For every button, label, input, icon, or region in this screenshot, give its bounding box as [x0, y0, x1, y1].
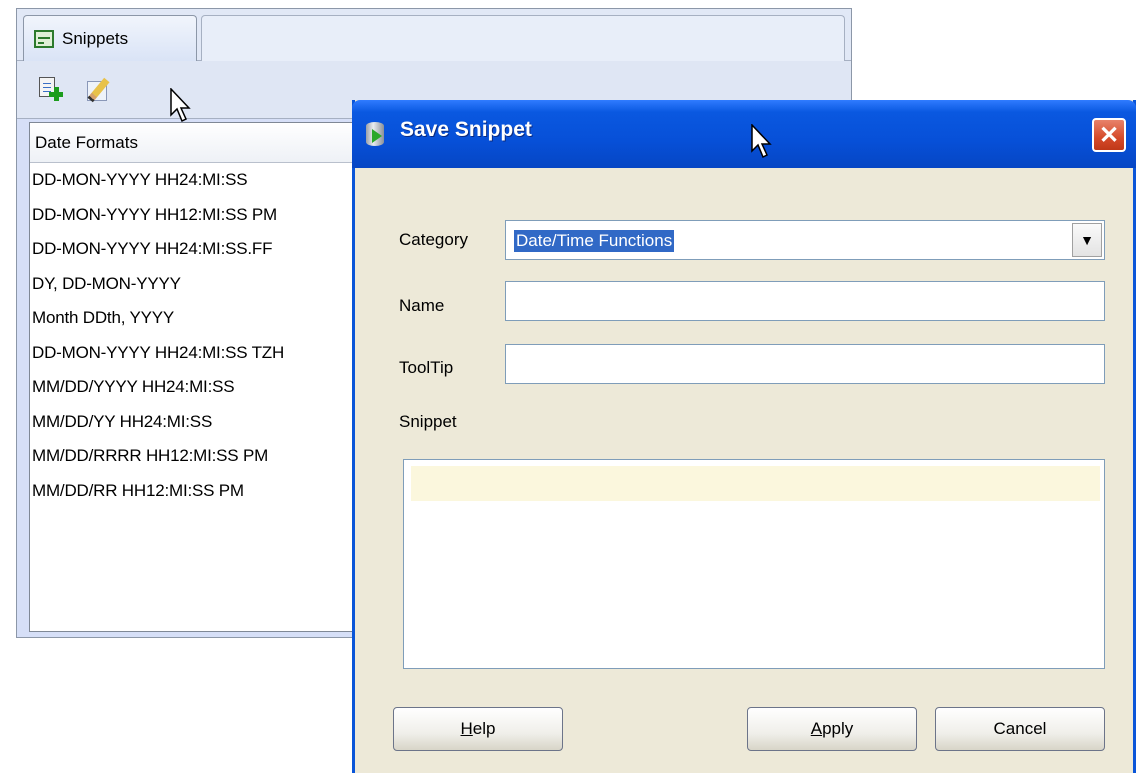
save-snippet-dialog: Save Snippet ✕ Category Date/Time Functi… — [352, 100, 1136, 773]
snippet-list-item[interactable]: MM/DD/YYYY HH24:MI:SS — [30, 370, 368, 405]
tab-bar-empty — [201, 15, 845, 61]
apply-button-label: Apply — [810, 719, 854, 738]
dropdown-button[interactable]: ▼ — [1072, 223, 1102, 257]
name-label: Name — [399, 296, 445, 315]
snippets-icon — [34, 30, 54, 48]
snippet-list-item[interactable]: DD-MON-YYYY HH12:MI:SS PM — [30, 198, 368, 233]
snippet-list-item[interactable]: DD-MON-YYYY HH24:MI:SS TZH — [30, 336, 368, 371]
database-icon — [366, 122, 384, 146]
current-line-highlight — [411, 466, 1100, 501]
category-combobox[interactable]: Date/Time Functions ▼ — [505, 220, 1105, 260]
snippet-label: Snippet — [399, 412, 457, 431]
add-snippet-icon[interactable] — [37, 75, 65, 103]
category-header-label: Date Formats — [35, 132, 138, 152]
snippet-textarea[interactable] — [403, 459, 1105, 669]
help-button-label: Help — [460, 719, 496, 738]
snippet-list-item[interactable]: DD-MON-YYYY HH24:MI:SS.FF — [30, 232, 368, 267]
tab-snippets-label: Snippets — [62, 29, 129, 48]
category-header[interactable]: Date Formats — [30, 123, 368, 163]
cancel-button[interactable]: Cancel — [935, 707, 1105, 751]
dialog-title: Save Snippet — [400, 118, 532, 141]
tooltip-label: ToolTip — [399, 358, 454, 377]
name-field[interactable] — [505, 281, 1105, 321]
snippet-list-item[interactable]: MM/DD/RRRR HH12:MI:SS PM — [30, 439, 368, 474]
snippet-list-item[interactable]: MM/DD/YY HH24:MI:SS — [30, 405, 368, 440]
close-button[interactable]: ✕ — [1092, 118, 1126, 152]
snippet-list-item[interactable]: Month DDth, YYYY — [30, 301, 368, 336]
chevron-down-icon: ▼ — [1080, 232, 1094, 248]
category-value: Date/Time Functions — [514, 230, 675, 252]
edit-snippet-icon[interactable] — [85, 75, 113, 103]
cancel-button-label: Cancel — [993, 719, 1047, 738]
snippet-list-item[interactable]: DD-MON-YYYY HH24:MI:SS — [30, 163, 368, 198]
help-button[interactable]: Help — [393, 707, 563, 751]
dialog-titlebar[interactable]: Save Snippet ✕ — [352, 100, 1136, 168]
snippet-list-item[interactable]: MM/DD/RR HH12:MI:SS PM — [30, 474, 368, 509]
snippet-list-item[interactable]: DY, DD-MON-YYYY — [30, 267, 368, 302]
category-label: Category — [399, 230, 468, 249]
tab-bar: Snippets — [17, 9, 851, 62]
apply-button[interactable]: Apply — [747, 707, 917, 751]
tooltip-field[interactable] — [505, 344, 1105, 384]
snippet-list: Date Formats DD-MON-YYYY HH24:MI:SS DD-MO… — [29, 122, 369, 632]
tab-snippets[interactable]: Snippets — [23, 15, 197, 62]
close-icon: ✕ — [1098, 121, 1120, 149]
